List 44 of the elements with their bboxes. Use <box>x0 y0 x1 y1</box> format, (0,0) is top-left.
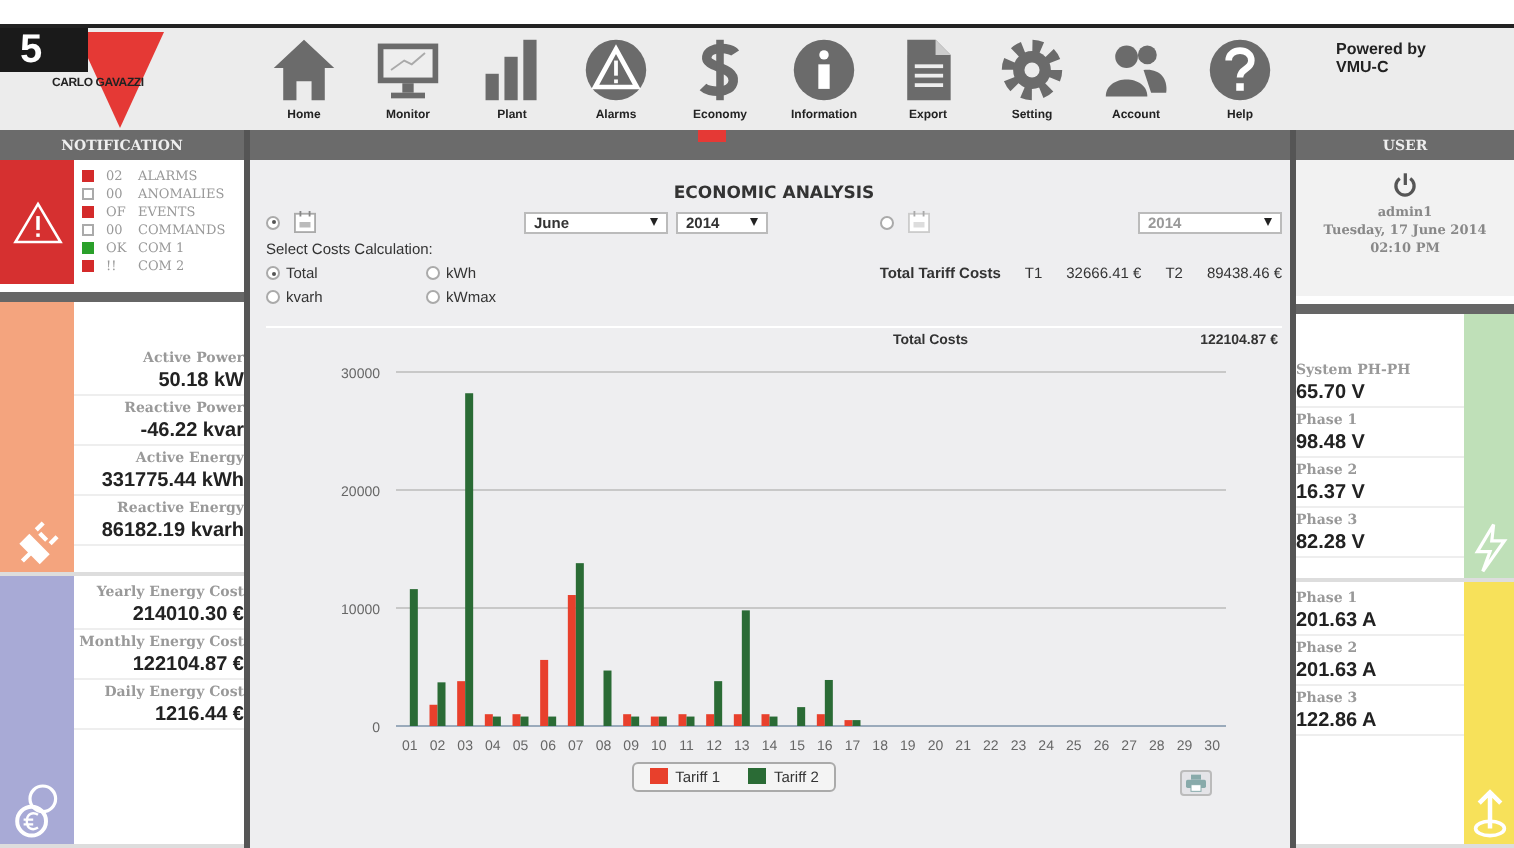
cost-value: 1216.44 € <box>155 703 244 725</box>
measure-value: 50.18 kW <box>158 370 244 392</box>
lightning-icon <box>1471 521 1507 573</box>
measure-value: 201.63 A <box>1296 609 1377 631</box>
power-icon[interactable] <box>1392 172 1418 198</box>
measure-value: 331775.44 kWh <box>101 470 244 492</box>
radio-button[interactable] <box>266 290 280 304</box>
measure-value: 201.63 A <box>1296 659 1377 681</box>
calendar-icon[interactable] <box>908 210 930 234</box>
powered-by-text: Powered by <box>1336 40 1426 58</box>
warning-icon <box>582 36 650 104</box>
cost-value: 122104.87 € <box>132 653 244 675</box>
caret-icon <box>750 218 758 226</box>
settings-icon <box>998 36 1066 104</box>
bar <box>603 670 612 726</box>
print-button[interactable] <box>1180 770 1212 796</box>
caret-icon <box>650 218 658 226</box>
cost-value: 214010.30 € <box>132 603 244 625</box>
measure-value: 86182.19 kvarh <box>101 520 244 542</box>
radio-button[interactable] <box>266 266 280 280</box>
bar <box>409 589 418 726</box>
section-title: ECONOMIC ANALYSIS <box>671 184 877 204</box>
measure-value: 98.48 V <box>1296 432 1365 454</box>
measure-value: -46.22 kvar <box>140 420 244 442</box>
radio-button[interactable] <box>266 215 280 229</box>
measure-value: 65.70 V <box>1296 382 1365 404</box>
radio-button[interactable] <box>426 290 440 304</box>
page-number-badge: 5 <box>0 28 88 72</box>
radio-button[interactable] <box>880 215 894 229</box>
help-icon <box>1206 36 1274 104</box>
calendar-icon[interactable] <box>294 210 316 234</box>
radio-button[interactable] <box>426 266 440 280</box>
measure-value: 82.28 V <box>1296 532 1365 554</box>
active-tab-marker <box>698 130 726 142</box>
arrow-up-icon <box>1471 788 1507 840</box>
coins-icon <box>13 780 61 840</box>
measure-value: 16.37 V <box>1296 482 1365 504</box>
caret-icon <box>1264 218 1272 226</box>
info-icon <box>790 36 858 104</box>
bar <box>797 707 806 726</box>
measure-value: 122.86 A <box>1296 709 1377 731</box>
house-icon <box>270 36 338 104</box>
warning-icon <box>11 199 63 245</box>
powered-by-text: VMU-C <box>1336 58 1391 76</box>
